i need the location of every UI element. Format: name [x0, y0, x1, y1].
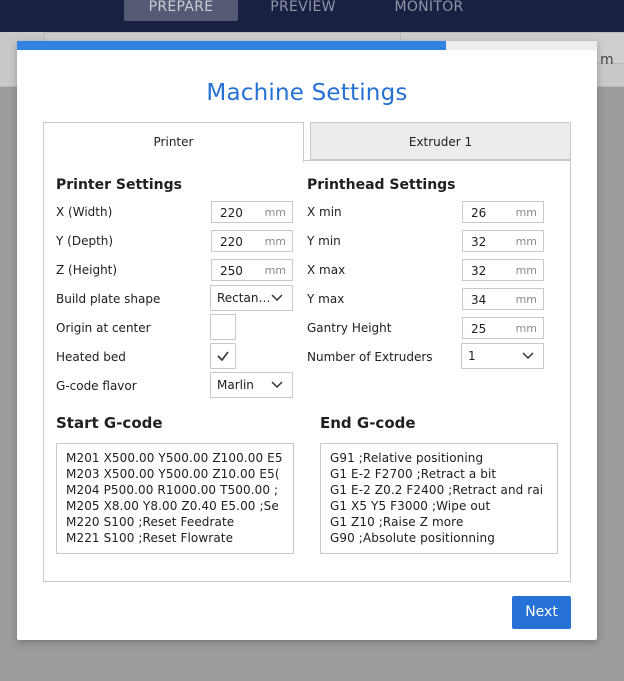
- progress-fill: [17, 41, 447, 50]
- x-max-field[interactable]: 32 mm: [462, 259, 544, 281]
- machine-settings-dialog: Machine Settings Printer Extruder 1 Prin…: [17, 41, 597, 640]
- end-gcode-line: G1 Z10 ;Raise Z more: [330, 515, 464, 529]
- printer-settings-title: Printer Settings: [56, 177, 182, 193]
- printhead-settings-title: Printhead Settings: [307, 177, 456, 193]
- start-gcode-title: Start G-code: [56, 414, 163, 432]
- start-gcode-line: M205 X8.00 Y8.00 Z0.40 E5.00 ;Se: [66, 499, 279, 513]
- gantry-height-value: 25: [471, 322, 487, 336]
- origin-at-center-checkbox[interactable]: [210, 314, 236, 340]
- start-gcode-line: M203 X500.00 Y500.00 Z10.00 E5(: [66, 467, 280, 481]
- heated-bed-checkbox[interactable]: [210, 343, 236, 369]
- y-min-label: Y min: [307, 234, 341, 248]
- end-gcode-line: G1 X5 Y5 F3000 ;Wipe out: [330, 499, 491, 513]
- x-width-value: 220: [220, 206, 243, 220]
- z-height-field[interactable]: 250 mm: [211, 259, 293, 281]
- x-max-label: X max: [307, 263, 346, 277]
- x-min-label: X min: [307, 205, 342, 219]
- y-min-unit: mm: [515, 235, 537, 248]
- y-depth-label: Y (Depth): [56, 234, 114, 248]
- start-gcode-line: M221 S100 ;Reset Flowrate: [66, 531, 234, 545]
- end-gcode-line: G1 E-2 Z0.2 F2400 ;Retract and rai: [330, 483, 544, 497]
- build-plate-shape-value: Rectan…: [217, 291, 269, 305]
- check-icon: [217, 351, 229, 362]
- end-gcode-line: G1 E-2 F2700 ;Retract a bit: [330, 467, 497, 481]
- tab-extruder-1[interactable]: Extruder 1: [310, 122, 571, 160]
- end-gcode-title: End G-code: [320, 414, 416, 432]
- tab-printer[interactable]: Printer: [43, 122, 304, 162]
- end-gcode-line: G90 ;Absolute positionning: [330, 531, 495, 545]
- settings-panel: Printer Settings X (Width) 220 mm Y (Dep…: [43, 160, 571, 582]
- build-plate-shape-label: Build plate shape: [56, 292, 161, 306]
- next-button[interactable]: Next: [512, 596, 571, 629]
- y-min-value: 32: [471, 235, 487, 249]
- y-max-label: Y max: [307, 292, 345, 306]
- x-width-field[interactable]: 220 mm: [211, 201, 293, 223]
- z-height-label: Z (Height): [56, 263, 118, 277]
- gantry-height-field[interactable]: 25 mm: [462, 317, 544, 339]
- heated-bed-label: Heated bed: [56, 350, 126, 364]
- gcode-flavor-label: G-code flavor: [56, 379, 137, 393]
- x-min-value: 26: [471, 206, 487, 220]
- y-max-field[interactable]: 34 mm: [462, 288, 544, 310]
- start-gcode-textarea[interactable]: M201 X500.00 Y500.00 Z100.00 E5 M203 X50…: [56, 443, 294, 554]
- background-text-fragment: m: [600, 52, 614, 68]
- y-depth-value: 220: [220, 235, 243, 249]
- z-height-unit: mm: [264, 264, 286, 277]
- x-width-unit: mm: [264, 206, 286, 219]
- chevron-down-icon: [522, 352, 534, 360]
- gantry-height-unit: mm: [515, 322, 537, 335]
- z-height-value: 250: [220, 264, 243, 278]
- origin-at-center-label: Origin at center: [56, 321, 151, 335]
- number-of-extruders-value: 1: [468, 349, 476, 363]
- dialog-title: Machine Settings: [206, 80, 408, 106]
- y-max-unit: mm: [515, 293, 537, 306]
- progress-bar: [17, 41, 597, 50]
- x-min-unit: mm: [515, 206, 537, 219]
- tab-monitor[interactable]: MONITOR: [392, 0, 466, 21]
- end-gcode-line: G91 ;Relative positioning: [330, 451, 484, 465]
- tab-preview[interactable]: PREVIEW: [270, 0, 336, 21]
- x-width-label: X (Width): [56, 205, 113, 219]
- tab-prepare[interactable]: PREPARE: [124, 0, 238, 21]
- y-depth-unit: mm: [264, 235, 286, 248]
- y-min-field[interactable]: 32 mm: [462, 230, 544, 252]
- y-depth-field[interactable]: 220 mm: [211, 230, 293, 252]
- start-gcode-line: M204 P500.00 R1000.00 T500.00 ;: [66, 483, 279, 497]
- start-gcode-line: M201 X500.00 Y500.00 Z100.00 E5: [66, 451, 283, 465]
- gantry-height-label: Gantry Height: [307, 321, 392, 335]
- x-min-field[interactable]: 26 mm: [462, 201, 544, 223]
- x-max-value: 32: [471, 264, 487, 278]
- gcode-flavor-select[interactable]: Marlin: [210, 372, 293, 398]
- build-plate-shape-select[interactable]: Rectan…: [210, 285, 293, 311]
- end-gcode-textarea[interactable]: G91 ;Relative positioning G1 E-2 F2700 ;…: [320, 443, 558, 554]
- gcode-flavor-value: Marlin: [217, 378, 254, 392]
- y-max-value: 34: [471, 293, 487, 307]
- number-of-extruders-select[interactable]: 1: [461, 343, 544, 369]
- x-max-unit: mm: [515, 264, 537, 277]
- chevron-down-icon: [271, 381, 283, 389]
- chevron-down-icon: [271, 294, 283, 302]
- start-gcode-line: M220 S100 ;Reset Feedrate: [66, 515, 235, 529]
- app-header: PREPARE PREVIEW MONITOR: [0, 0, 624, 32]
- number-of-extruders-label: Number of Extruders: [307, 350, 433, 364]
